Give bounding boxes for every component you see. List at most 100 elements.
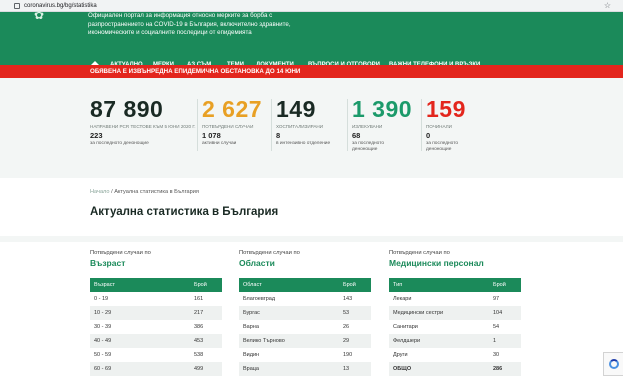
column-header: Брой [194, 282, 207, 288]
table-cell: 13 [343, 366, 350, 372]
lock-icon [14, 2, 20, 9]
column-header: Тип [393, 282, 403, 288]
stat-divider [347, 99, 348, 151]
table-cell: 29 [343, 338, 350, 344]
panel-age: Потвърдени случаи по Възраст [90, 250, 222, 268]
table-cell: Медицински сестри [393, 310, 444, 316]
table-cell: 30 - 39 [94, 324, 112, 330]
stat-sub-value: 8 [276, 131, 281, 140]
table-cell: 190 [343, 352, 353, 358]
stat-recovered: 1 390 ИЗЛЕКУВАНИ 68 за последното деноно… [347, 96, 413, 153]
table-cell: 161 [194, 296, 204, 302]
table-row: 40 - 49 453 [90, 334, 222, 348]
stat-sub-value: 1 078 [202, 131, 221, 140]
table-row: Санитари 54 [389, 320, 521, 334]
table-cell: 40 - 49 [94, 338, 112, 344]
panel-title: Възраст [90, 258, 126, 268]
table-row: 0 - 19 161 [90, 292, 222, 306]
stat-divider [421, 99, 422, 151]
star-icon[interactable]: ☆ [604, 1, 611, 10]
table-cell: 10 - 29 [94, 310, 112, 316]
table-row: Бургас 53 [239, 306, 371, 320]
tagline-line-3: икономическите и социалните последици от… [88, 29, 252, 36]
stat-divider [271, 99, 272, 151]
site-tagline: Официален портал за информация относно м… [88, 12, 388, 38]
table-cell: Бургас [243, 310, 260, 316]
table-row: Видин 190 [239, 348, 371, 362]
stat-sub-value: 68 [352, 131, 361, 140]
table-age: Възраст Брой 0 - 19 161 10 - 29 217 30 - 3… [90, 278, 222, 376]
panel-caption: Потвърдени случаи по [90, 250, 151, 256]
table-cell: 26 [343, 324, 350, 330]
table-row: Враца 13 [239, 362, 371, 376]
table-row: Медицински сестри 104 [389, 306, 521, 320]
table-cell: Благоевград [243, 296, 276, 302]
table-header: Област Брой [239, 278, 371, 292]
stat-divider [197, 99, 198, 151]
stat-sub-value: 223 [90, 131, 103, 140]
column-header: Брой [493, 282, 506, 288]
stat-value: 159 [426, 96, 466, 122]
recaptcha-badge[interactable] [603, 352, 623, 376]
stat-value: 1 390 [352, 96, 413, 122]
site-header: ✿ Официален портал за информация относно… [0, 8, 623, 69]
table-header: Тип Брой [389, 278, 521, 292]
table-cell: 50 - 59 [94, 352, 112, 358]
tagline-line-2: разпространението на COVID-19 в България… [88, 20, 291, 28]
recaptcha-icon [609, 359, 619, 369]
stat-value: 149 [276, 96, 316, 122]
table-regions: Област Брой Благоевград 143 Бургас 53 Варн… [239, 278, 371, 376]
table-medical-staff: Тип Брой Лекари 97 Медицински сестри 104 С… [389, 278, 521, 376]
table-cell: Санитари [393, 324, 418, 330]
stat-label: НАПРАВЕНИ PCR ТЕСТОВЕ КЪМ 5 ЮНИ 2020 Г. [90, 124, 196, 129]
panel-regions: Потвърдени случаи по Области [239, 250, 371, 268]
stat-sub-label: за последното денонощие [352, 141, 385, 152]
table-cell: 53 [343, 310, 350, 316]
table-row: 10 - 29 217 [90, 306, 222, 320]
alert-text: ОБЯВЕНА Е ИЗВЪНРЕДНА ЕПИДЕМИЧНА ОБСТАНОВ… [90, 68, 301, 75]
table-header: Възраст Брой [90, 278, 222, 292]
stat-label: ПОТВЪРДЕНИ СЛУЧАИ [202, 124, 254, 129]
page-title: Актуална статистика в България [90, 206, 279, 218]
table-cell: Видин [243, 352, 260, 358]
table-cell: Варна [243, 324, 259, 330]
table-cell: 54 [493, 324, 500, 330]
panel-caption: Потвърдени случаи по [389, 250, 450, 256]
table-cell: 499 [194, 366, 204, 372]
stat-sub-label: за последното денонощие [90, 141, 149, 146]
tagline-line-1: Официален портал за информация относно м… [88, 12, 273, 19]
stat-sub-label: активни случаи [202, 141, 237, 146]
panel-medical-staff: Потвърдени случаи по Медицински персонал [389, 250, 521, 268]
table-cell: 286 [493, 366, 503, 372]
table-cell: 30 [493, 352, 500, 358]
stat-tests: 87 890 НАПРАВЕНИ PCR ТЕСТОВЕ КЪМ 5 ЮНИ 2… [90, 96, 196, 147]
table-cell: 143 [343, 296, 353, 302]
stat-label: ПОЧИНАЛИ [426, 124, 452, 129]
panel-title: Области [239, 258, 275, 268]
breadcrumb-separator: / [111, 189, 113, 195]
stat-sub-label: в интензивно отделение [276, 141, 331, 146]
browser-address-bar[interactable]: coronavirus.bg/bg/statistika ☆ [0, 0, 623, 12]
table-row: Благоевград 143 [239, 292, 371, 306]
table-cell: 60 - 69 [94, 366, 112, 372]
stat-value: 87 890 [90, 96, 164, 122]
stat-sub-value: 0 [426, 131, 431, 140]
stat-confirmed: 2 627 ПОТВЪРДЕНИ СЛУЧАИ 1 078 активни сл… [197, 96, 262, 151]
stat-deaths: 159 ПОЧИНАЛИ 0 за последното денонощие [421, 96, 466, 153]
breadcrumb-current: Актуална статистика в България [114, 189, 199, 195]
table-total-row: ОБЩО 286 [389, 362, 521, 376]
column-header: Брой [343, 282, 356, 288]
site-logo[interactable]: ✿ [34, 8, 56, 22]
emergency-alert-banner[interactable]: ОБЯВЕНА Е ИЗВЪНРЕДНА ЕПИДЕМИЧНА ОБСТАНОВ… [0, 65, 623, 78]
breadcrumb-home-link[interactable]: Начало [90, 189, 110, 195]
breadcrumb: Начало / Актуална статистика в България [90, 189, 199, 195]
table-cell: 386 [194, 324, 204, 330]
stat-label: ИЗЛЕКУВАНИ [352, 124, 383, 129]
stats-strip: 87 890 НАПРАВЕНИ PCR ТЕСТОВЕ КЪМ 5 ЮНИ 2… [0, 78, 623, 178]
table-cell: 1 [493, 338, 497, 344]
table-row: 60 - 69 499 [90, 362, 222, 376]
column-header: Възраст [94, 282, 116, 288]
panel-caption: Потвърдени случаи по [239, 250, 300, 256]
table-cell: 538 [194, 352, 204, 358]
table-cell: Велико Търново [243, 338, 285, 344]
